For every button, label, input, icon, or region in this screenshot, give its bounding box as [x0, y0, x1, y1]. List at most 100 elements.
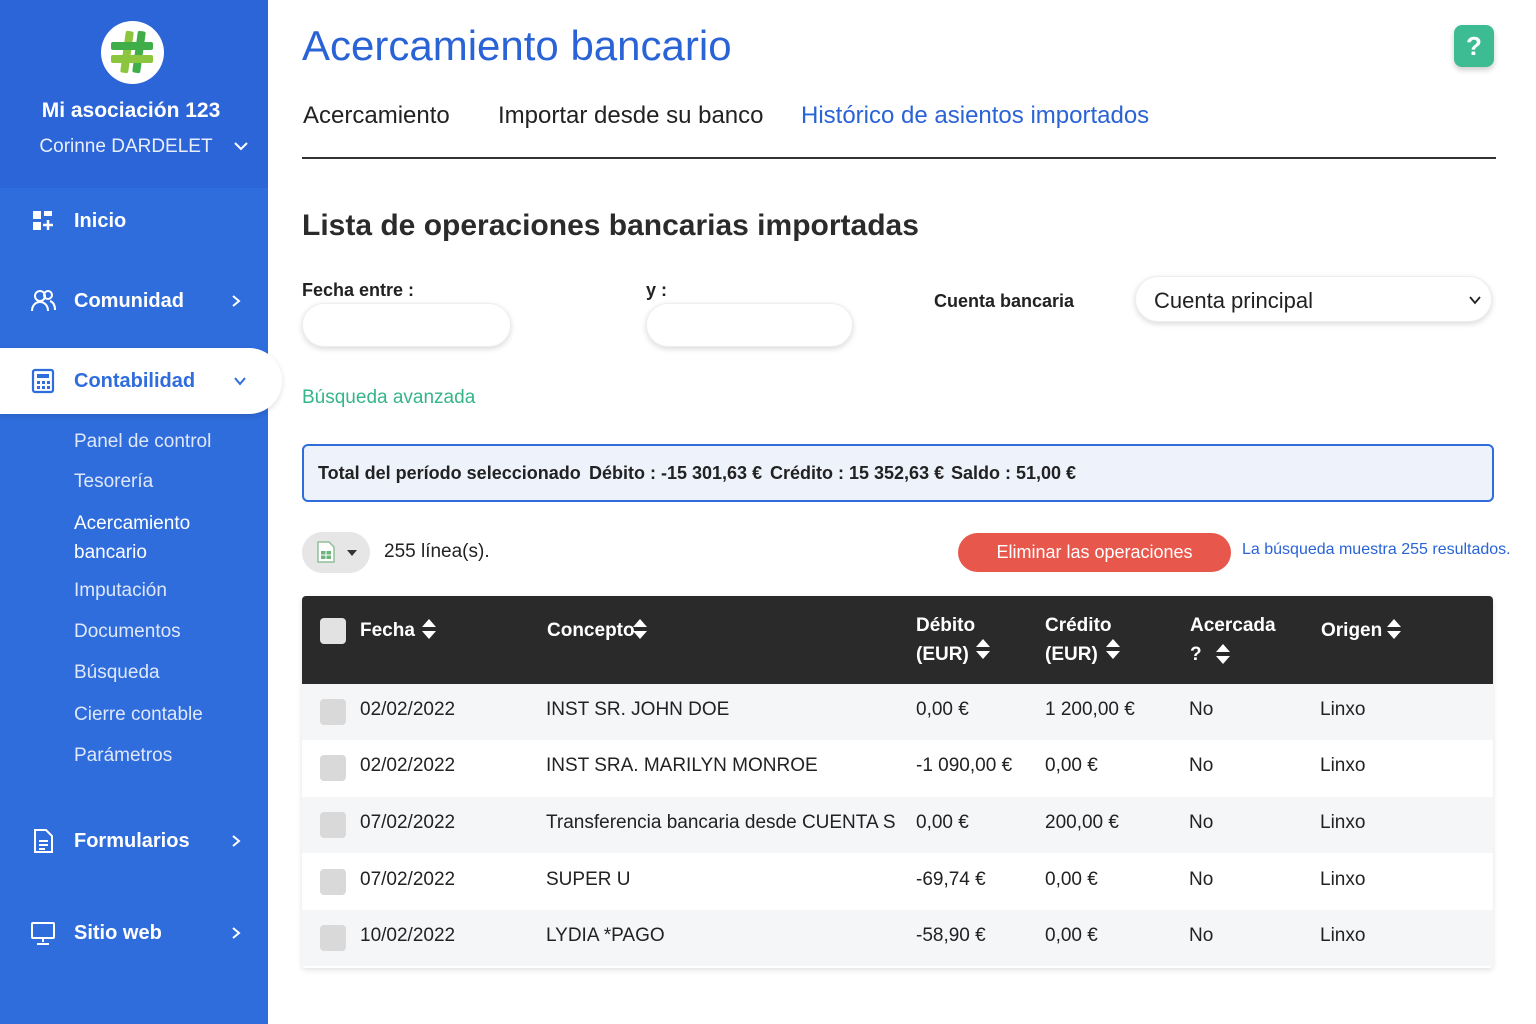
row-checkbox[interactable] [320, 869, 346, 895]
cell-concepto: LYDIA *PAGO [546, 925, 665, 946]
sidebar-item-inicio[interactable]: Inicio [0, 193, 268, 249]
export-button[interactable] [302, 532, 370, 573]
column-label: Débito [916, 615, 976, 636]
chevron-right-icon [232, 927, 241, 939]
select-all-checkbox[interactable] [320, 618, 346, 644]
delete-marked-button[interactable]: Eliminar las operaciones marcadas [958, 533, 1231, 601]
cell-debito: -1 090,00 € [916, 755, 1013, 776]
app-logo[interactable] [101, 21, 164, 84]
table-row[interactable]: 07/02/2022 SUPER U -69,74 € 0,00 € No Li… [302, 854, 1493, 910]
bank-account-label: Cuenta bancaria [934, 291, 1075, 311]
cell-acercada: No [1189, 699, 1214, 720]
lines-count: 255 línea(s). [384, 541, 490, 562]
table-header: Fecha Concepto Débito (EUR) Crédito (EUR… [302, 596, 1493, 684]
sidebar: Mi asociación 123 Corinne DARDELET Inici… [0, 0, 282, 1024]
cell-fecha: 07/02/2022 [360, 812, 456, 833]
cell-debito: 0,00 € [916, 812, 969, 833]
row-checkbox[interactable] [320, 925, 346, 951]
bank-account-select[interactable]: Cuenta principal [1135, 276, 1492, 322]
sort-icon[interactable] [974, 637, 992, 661]
date-from-input[interactable] [302, 303, 511, 347]
chevron-down-icon [234, 377, 246, 386]
sidebar-item-contabilidad[interactable]: Contabilidad [0, 348, 282, 414]
sidebar-item-label: Formularios [74, 829, 190, 852]
table-body: 02/02/2022 INST SR. JOHN DOE 0,00 € 1 20… [302, 684, 1493, 968]
cell-credito: 1 200,00 € [1045, 699, 1135, 720]
sort-icon[interactable] [631, 617, 649, 641]
column-concepto[interactable]: Concepto [547, 616, 635, 645]
tab-acercamiento[interactable]: Acercamiento [303, 102, 450, 130]
date-from-label: Fecha entre : [302, 280, 415, 300]
cell-origen: Linxo [1320, 812, 1366, 833]
cell-concepto: INST SR. JOHN DOE [546, 699, 730, 720]
cell-debito: -58,90 € [916, 925, 986, 946]
sidebar-item-formularios[interactable]: Formularios [0, 813, 268, 869]
sort-icon[interactable] [1385, 617, 1403, 641]
cell-acercada: No [1189, 925, 1214, 946]
sort-icon[interactable] [1214, 642, 1232, 666]
totals-credit: Crédito : 15 352,63 € [770, 463, 945, 483]
table-row[interactable]: 10/02/2022 LYDIA *PAGO -58,90 € 0,00 € N… [302, 910, 1493, 966]
cell-debito: -69,74 € [916, 869, 986, 890]
sidebar-item-label: Contabilidad [74, 369, 196, 392]
table-row[interactable]: 07/02/2022 Transferencia bancaria desde … [302, 797, 1493, 853]
caret-down-icon [347, 550, 357, 556]
sidebar-item-sitio-web[interactable]: Sitio web [0, 905, 268, 961]
sort-icon[interactable] [1104, 637, 1122, 661]
calculator-icon [31, 368, 55, 394]
cell-fecha: 10/02/2022 [360, 925, 456, 946]
sidebar-subitem-label: Acercamiento [74, 513, 191, 534]
chevron-down-icon[interactable] [233, 138, 249, 154]
sidebar-item-label: Sitio web [74, 921, 162, 944]
cell-concepto: INST SRA. MARILYN MONROE [546, 755, 818, 776]
section-title: Lista de operaciones bancarias importada… [302, 209, 919, 242]
totals-balance: Saldo : 51,00 € [951, 463, 1077, 483]
users-icon [31, 290, 56, 312]
totals-debit: Débito : -15 301,63 € [589, 463, 763, 483]
cell-debito: 0,00 € [916, 699, 969, 720]
column-origen[interactable]: Origen [1321, 616, 1382, 645]
column-label: Acercada [1190, 615, 1276, 636]
tab-importar[interactable]: Importar desde su banco [498, 102, 764, 130]
chevron-down-icon [1469, 296, 1481, 305]
row-checkbox[interactable] [320, 755, 346, 781]
chevron-right-icon [232, 835, 241, 847]
column-credito[interactable]: Crédito (EUR) [1045, 611, 1112, 669]
advanced-search-link[interactable]: Búsqueda avanzada [302, 387, 475, 409]
sidebar-subitem-tesoreria[interactable]: Tesorería [74, 467, 153, 496]
date-to-input[interactable] [646, 303, 853, 347]
sidebar-subitem-acercamiento[interactable]: Acercamiento bancario [74, 509, 190, 567]
help-button[interactable]: ? [1454, 25, 1494, 67]
sidebar-subitem-documentos[interactable]: Documentos [74, 617, 181, 646]
cell-fecha: 02/02/2022 [360, 699, 456, 720]
cell-fecha: 02/02/2022 [360, 755, 456, 776]
sidebar-subitem-parametros[interactable]: Parámetros [74, 741, 172, 770]
tabs-divider [302, 157, 1496, 159]
cell-concepto: SUPER U [546, 869, 631, 890]
bank-account-value: Cuenta principal [1154, 288, 1313, 313]
column-acercada[interactable]: Acercada ? [1190, 611, 1276, 669]
spreadsheet-icon [317, 541, 335, 563]
sidebar-item-comunidad[interactable]: Comunidad [0, 273, 268, 329]
sidebar-subitem-imputacion[interactable]: Imputación [74, 576, 167, 605]
chevron-right-icon [232, 295, 241, 307]
row-checkbox[interactable] [320, 699, 346, 725]
column-label: Crédito [1045, 615, 1112, 636]
table-row[interactable]: 02/02/2022 INST SR. JOHN DOE 0,00 € 1 20… [302, 684, 1493, 740]
sort-icon[interactable] [420, 617, 438, 641]
user-name[interactable]: Corinne DARDELET [0, 136, 252, 158]
cell-origen: Linxo [1320, 869, 1366, 890]
monitor-icon [31, 922, 55, 945]
sidebar-subitem-busqueda[interactable]: Búsqueda [74, 658, 160, 687]
sidebar-item-label: Comunidad [74, 289, 184, 312]
table-row[interactable]: 02/02/2022 INST SRA. MARILYN MONROE -1 0… [302, 740, 1493, 796]
column-fecha[interactable]: Fecha [360, 616, 415, 645]
column-debito[interactable]: Débito (EUR) [916, 611, 975, 669]
cell-origen: Linxo [1320, 925, 1366, 946]
tab-historico[interactable]: Histórico de asientos importados [801, 102, 1149, 130]
operations-table: Fecha Concepto Débito (EUR) Crédito (EUR… [302, 596, 1493, 968]
sidebar-subitem-panel[interactable]: Panel de control [74, 427, 211, 456]
sidebar-subitem-cierre[interactable]: Cierre contable [74, 700, 203, 729]
cell-credito: 0,00 € [1045, 925, 1098, 946]
row-checkbox[interactable] [320, 812, 346, 838]
